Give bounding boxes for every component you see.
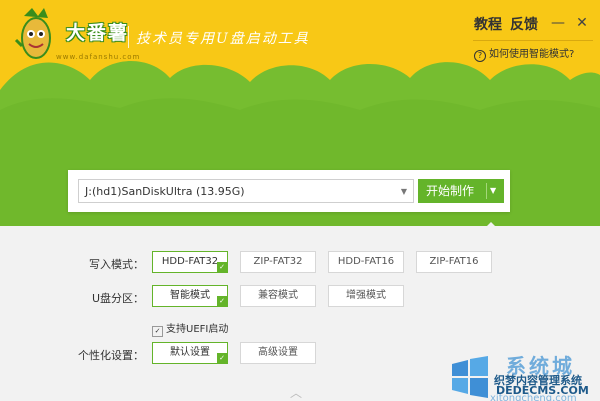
write-mode-hdd-fat16[interactable]: HDD-FAT16 bbox=[328, 251, 404, 273]
panel-pointer-arrow bbox=[484, 222, 498, 229]
expand-chevron-up-icon[interactable]: ︿ bbox=[290, 384, 302, 401]
write-mode-zip-fat32[interactable]: ZIP-FAT32 bbox=[240, 251, 316, 273]
start-options-chevron-icon[interactable]: ▼ bbox=[490, 179, 496, 203]
personalize-label: 个性化设置： bbox=[78, 349, 144, 362]
partition-enhanced-mode[interactable]: 增强模式 bbox=[328, 285, 404, 307]
help-smart-mode-text: 如何使用智能模式? bbox=[489, 49, 575, 60]
partition-smart-mode[interactable]: 智能模式 bbox=[152, 285, 228, 307]
start-button-divider bbox=[486, 183, 487, 199]
help-smart-mode-link[interactable]: ? 如何使用智能模式? bbox=[474, 45, 574, 62]
write-mode-label: 写入模式： bbox=[89, 258, 144, 271]
write-mode-zip-fat16[interactable]: ZIP-FAT16 bbox=[416, 251, 492, 273]
windows-logo-icon bbox=[452, 356, 488, 398]
chevron-down-icon: ▼ bbox=[400, 187, 407, 196]
nav-tutorial-link[interactable]: 教程 bbox=[474, 14, 502, 34]
checkbox-check-icon: ✓ bbox=[152, 326, 163, 337]
drive-select-value: J:(hd1)SanDiskUltra (13.95G) bbox=[85, 185, 245, 198]
watermark: 系统城 织梦内容管理系统 DEDECMS.COM xitongcheng.com bbox=[446, 354, 596, 401]
brand-name: 大番薯 bbox=[66, 22, 130, 44]
partition-compatible-mode[interactable]: 兼容模式 bbox=[240, 285, 316, 307]
personalize-advanced[interactable]: 高级设置 bbox=[240, 342, 316, 364]
partition-label: U盘分区： bbox=[91, 292, 144, 305]
watermark-url: xitongcheng.com bbox=[490, 393, 577, 401]
uefi-checkbox[interactable]: ✓ 支持UEFI启动 bbox=[152, 320, 228, 337]
start-make-button[interactable]: 开始制作 ▼ bbox=[418, 179, 504, 203]
nav-feedback-link[interactable]: 反馈 bbox=[510, 14, 538, 34]
question-icon: ? bbox=[474, 50, 486, 62]
header-separator bbox=[473, 40, 593, 41]
drive-select-card: J:(hd1)SanDiskUltra (13.95G) ▼ 开始制作 ▼ bbox=[68, 170, 510, 212]
brand-slogan: 技术员专用U盘启动工具 bbox=[136, 31, 310, 47]
brand-website: www.dafanshu.com bbox=[56, 53, 141, 61]
drive-select-dropdown[interactable]: J:(hd1)SanDiskUltra (13.95G) ▼ bbox=[78, 179, 414, 203]
uefi-checkbox-label: 支持UEFI启动 bbox=[166, 324, 229, 335]
close-button[interactable]: ✕ bbox=[575, 16, 589, 30]
write-mode-hdd-fat32[interactable]: HDD-FAT32 bbox=[152, 251, 228, 273]
app-window: 大番薯 www.dafanshu.com 技术员专用U盘启动工具 教程 反馈 —… bbox=[0, 0, 600, 401]
start-make-label: 开始制作 bbox=[426, 184, 475, 198]
minimize-button[interactable]: — bbox=[551, 16, 565, 30]
personalize-default[interactable]: 默认设置 bbox=[152, 342, 228, 364]
slogan-divider bbox=[128, 26, 129, 48]
